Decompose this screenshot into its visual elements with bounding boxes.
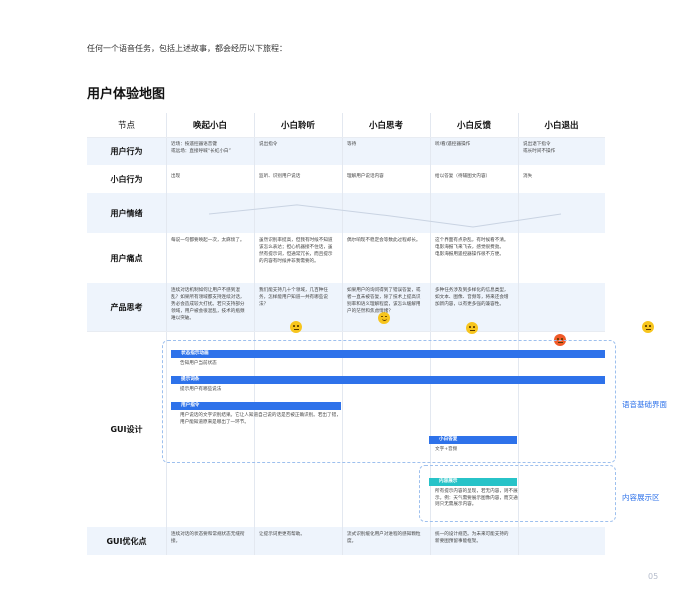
cell-text: 多种任务涉及到多样化的信息类型，如文本、图像、音频等，将来还会增加新内容，以有更…: [435, 288, 509, 307]
cell-text: 说出退下指令 或长时间不操作: [523, 142, 556, 154]
emotion-face-icon: [642, 321, 654, 333]
cell-text: 连续对话机制如何让用户不感到混乱？如果所有领域都支持连续对话，势必会造成较大打扰…: [171, 288, 245, 321]
emotion-curve: [208, 204, 562, 228]
cell-text: 连续对话的状态要和常规状态无缝衔接。: [171, 532, 245, 544]
row-label-gui-opt: GUI优化点: [106, 536, 147, 546]
hints-desc: 提示用户有哪些说法: [180, 387, 222, 392]
cell-text: 流式识别缓化用户对进程的感知颗粒度。: [347, 532, 421, 544]
reply-desc: 文字+音频: [435, 447, 458, 452]
face-eye: [649, 325, 651, 327]
cell-text: 监听、识别用户说话: [259, 174, 301, 179]
stage-header: 小白反馈: [456, 121, 491, 131]
cell-text: 消失: [523, 174, 533, 179]
content-area-label: 内容展示区: [622, 493, 660, 502]
command-bar: 用户指令: [171, 402, 341, 410]
cell-text: 偶尔响现不稳定会等数此过程却长。: [347, 238, 421, 243]
cell-text: 统一的设计规范。为未来可能支持的新要图预留事能框架。: [435, 532, 509, 544]
intro-text: 任何一个语音任务，包括上述故事，都会经历以下旅程：: [87, 44, 287, 53]
cell-text: 让提示词更更有帮助。: [259, 532, 305, 537]
row-label-emotion: 用户情绪: [110, 208, 143, 218]
stage-header: 小白退出: [544, 121, 579, 131]
row-label-assistant: 小白行为: [110, 174, 143, 184]
cell-text: 我们能支持几十个领域，几百种任务，怎样能用户知道一共有哪些说法？: [259, 288, 328, 307]
stage-header: 小白思考: [368, 121, 403, 131]
cell-text: 虽然识别率挺高，但我有时候不知道该怎么表达；担心机器接不住话，虽然有提示词，但通…: [259, 238, 333, 264]
cell-text: 给以答复（待辅图文内容）: [435, 174, 491, 179]
cell-text: 说出指令: [259, 142, 278, 147]
content-desc: 所有提示内容的呈现，若无内容，则不展示。例：天气需要展示图像内容，而交通则只无需…: [435, 489, 518, 507]
cell-text: 等待: [347, 142, 357, 147]
reply-bar: 小白答复: [429, 436, 517, 444]
status-bar: 状态指示动画: [171, 350, 605, 358]
cell-text: 近场：按遥控器语音键 或远场：直接呼喊“长虹小白”: [171, 142, 231, 154]
row-label-pain: 用户痛点: [110, 253, 143, 263]
cell-text: 理解用户说话内容: [347, 174, 384, 179]
row-label-gui: GUI设计: [110, 424, 143, 434]
voice-ui-label: 语音基础界面: [622, 400, 667, 409]
row-label-product: 产品思考: [110, 302, 143, 312]
command-desc: 用户说话的文字识别结果。它让人知道自己说的话是否被正确识别。若出了错，用户能知道…: [180, 413, 341, 425]
page-title: 用户体验地图: [87, 87, 166, 102]
header-corner: 节点: [117, 121, 135, 131]
content-bar: 内容展示: [429, 478, 517, 486]
stage-header: 唤起小白: [192, 121, 227, 131]
row-label-behavior: 用户行为: [110, 146, 143, 156]
page-number: 05: [648, 572, 659, 581]
emotion-line: [208, 204, 562, 228]
face-eye: [645, 325, 647, 327]
stage-header: 小白聆听: [280, 121, 315, 131]
cell-text: 这个界面有点杂乱，有时候看不清。 电影海报飞来飞去，感觉很费劲。 电影海报用遥控…: [435, 238, 509, 257]
face-mouth: [645, 328, 651, 330]
cell-text: 每说一句都要唤起一次，太麻烦了。: [171, 238, 245, 243]
cell-text: 听/看/遥控器操作: [435, 142, 471, 147]
cell-text: 如果用户的询问得到了错误答复，或者一直未被答复，除了技术上提高识别率和语义理解程…: [347, 288, 421, 314]
hints-bar: 提示词条: [171, 376, 605, 384]
cell-text: 出现: [171, 174, 181, 179]
status-desc: 告知用户当前状态: [180, 361, 217, 366]
